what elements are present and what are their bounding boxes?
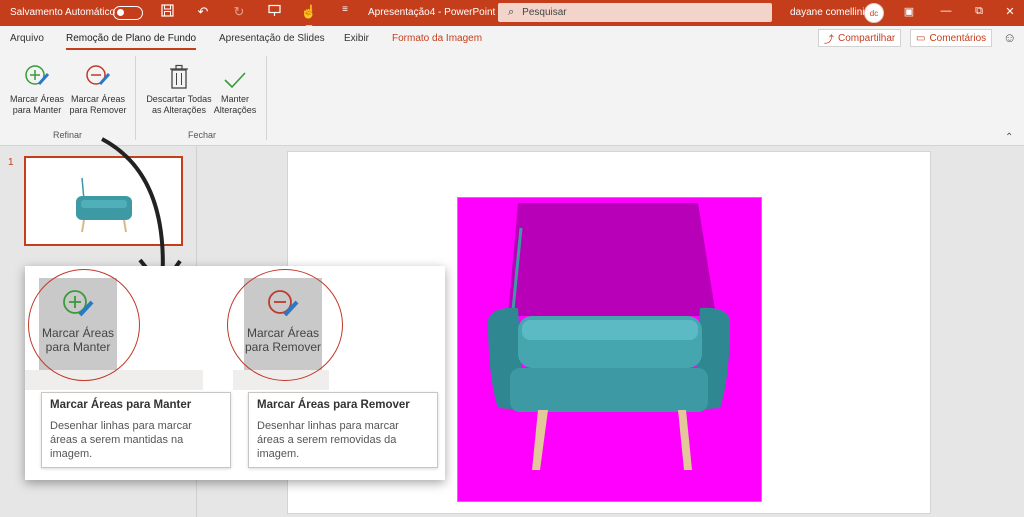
keep-changes-button[interactable]: Manter Alterações bbox=[212, 60, 258, 116]
checkmark-icon bbox=[212, 60, 258, 90]
highlight-circle bbox=[28, 269, 140, 381]
chair-picture[interactable] bbox=[457, 197, 762, 502]
ribbon-display-icon[interactable]: ▣ bbox=[900, 5, 918, 18]
keep-changes-line2: Alterações bbox=[213, 105, 257, 115]
redo-icon[interactable]: ↻ bbox=[230, 4, 248, 20]
group-separator bbox=[266, 56, 267, 140]
trash-icon bbox=[143, 60, 215, 90]
group-label-refinar: Refinar bbox=[53, 130, 83, 140]
tab-formato-da-imagem[interactable]: Formato da Imagem bbox=[392, 33, 482, 44]
autosave-toggle[interactable] bbox=[113, 6, 143, 20]
document-title: Apresentação4 - PowerPoint bbox=[368, 7, 496, 18]
tooltip-keep-desc: Desenhar linhas para marcar áreas a sere… bbox=[50, 420, 192, 460]
tooltip-mark-remove: Marcar Áreas para Remover Desenhar linha… bbox=[248, 392, 438, 468]
present-icon[interactable] bbox=[265, 4, 283, 20]
tab-apresentacao-de-slides[interactable]: Apresentação de Slides bbox=[219, 33, 325, 44]
comments-button[interactable]: ▭ Comentários bbox=[910, 29, 993, 47]
close-icon[interactable]: ✕ bbox=[1001, 5, 1019, 18]
search-placeholder: Pesquisar bbox=[522, 7, 567, 18]
title-bar: Salvamento Automático ↶ ↻ ☝▾ ≡ Apresenta… bbox=[0, 0, 1024, 35]
collapse-ribbon-icon[interactable]: ⌃ bbox=[1005, 132, 1013, 143]
user-name[interactable]: dayane comellini bbox=[790, 7, 865, 18]
mark-keep-line2: para Manter bbox=[12, 105, 62, 115]
mark-keep-button[interactable]: Marcar Áreas para Manter bbox=[8, 60, 66, 116]
zoom-divider bbox=[25, 370, 203, 390]
autosave-label: Salvamento Automático bbox=[10, 7, 116, 18]
tooltip-remove-desc: Desenhar linhas para marcar áreas a sere… bbox=[257, 420, 399, 460]
search-icon: ⌕ bbox=[508, 6, 515, 18]
minimize-icon[interactable]: — bbox=[937, 5, 955, 17]
zoom-callout: Marcar Áreas para Manter Marcar Áreas pa… bbox=[25, 266, 445, 480]
tooltip-keep-title: Marcar Áreas para Manter bbox=[50, 399, 192, 411]
restore-icon[interactable]: ⧉ bbox=[970, 5, 988, 18]
tab-exibir[interactable]: Exibir bbox=[344, 33, 369, 44]
group-separator bbox=[135, 56, 136, 140]
highlight-circle bbox=[227, 269, 343, 381]
search-box[interactable]: ⌕ Pesquisar bbox=[498, 3, 772, 22]
share-button[interactable]: ⤴ Compartilhar bbox=[818, 29, 902, 47]
mark-keep-line1: Marcar Áreas bbox=[9, 94, 64, 104]
discard-line2: as Alterações bbox=[151, 105, 207, 115]
tooltip-remove-title: Marcar Áreas para Remover bbox=[257, 399, 410, 411]
mark-remove-line1: Marcar Áreas bbox=[70, 94, 125, 104]
share-label: Compartilhar bbox=[838, 32, 896, 44]
mark-remove-button[interactable]: Marcar Áreas para Remover bbox=[68, 60, 128, 116]
comments-label: Comentários bbox=[929, 32, 987, 44]
mark-remove-line2: para Remover bbox=[69, 105, 127, 115]
ribbon: Marcar Áreas para Manter Marcar Áreas pa… bbox=[0, 50, 1024, 146]
undo-icon[interactable]: ↶ bbox=[194, 4, 212, 20]
avatar[interactable]: dc bbox=[864, 3, 884, 23]
keep-changes-line1: Manter bbox=[220, 94, 249, 104]
plus-pencil-icon bbox=[8, 60, 66, 90]
slide-number: 1 bbox=[8, 157, 14, 168]
discard-line1: Descartar Todas bbox=[146, 94, 212, 104]
customize-icon[interactable]: ≡ bbox=[336, 4, 354, 15]
feedback-smiley-icon[interactable]: ☺ bbox=[1003, 30, 1016, 45]
tab-remocao-plano-de-fundo[interactable]: Remoção de Plano de Fundo bbox=[66, 33, 197, 50]
tooltip-mark-keep: Marcar Áreas para Manter Desenhar linhas… bbox=[41, 392, 231, 468]
discard-changes-button[interactable]: Descartar Todas as Alterações bbox=[143, 60, 215, 116]
share-icon: ⤴ bbox=[824, 34, 834, 46]
tab-arquivo[interactable]: Arquivo bbox=[10, 33, 44, 44]
minus-pencil-icon bbox=[68, 60, 128, 90]
save-icon[interactable] bbox=[158, 4, 176, 20]
comment-icon: ▭ bbox=[916, 32, 926, 44]
